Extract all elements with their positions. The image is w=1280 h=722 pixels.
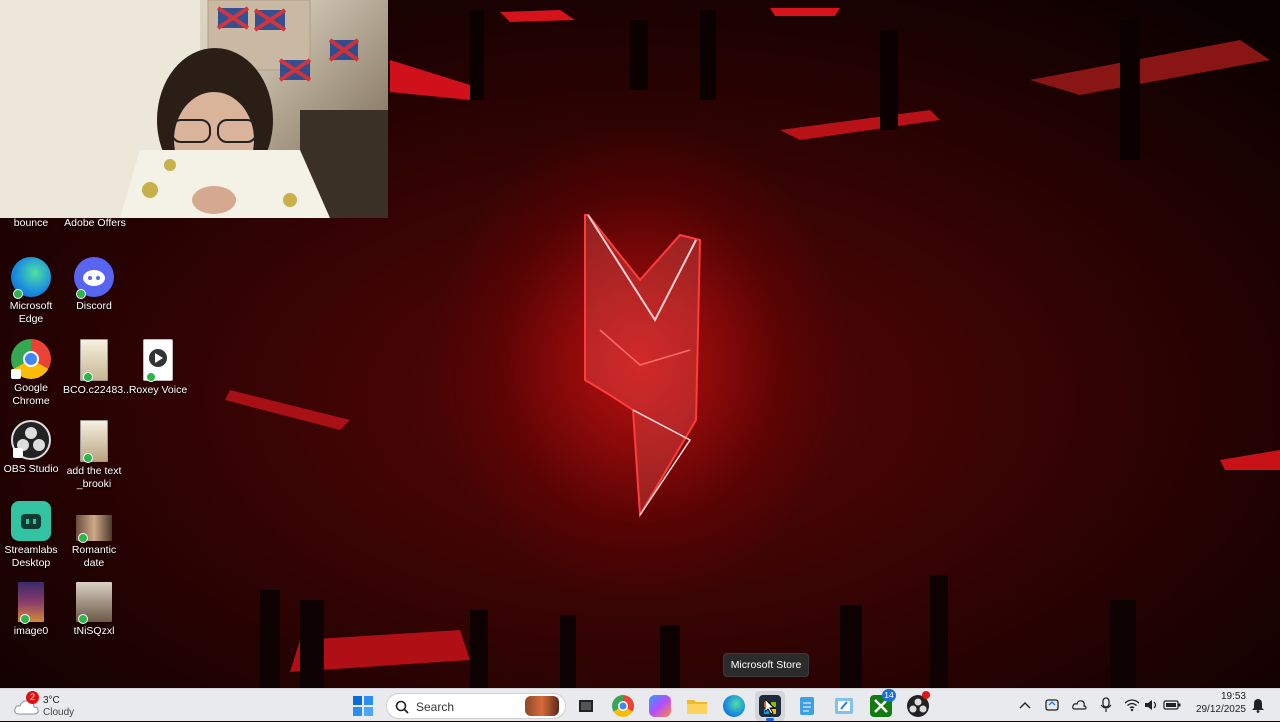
search-icon bbox=[395, 700, 409, 714]
desktop-icon-label: Roxey Voice bbox=[128, 384, 188, 396]
discord-icon bbox=[74, 257, 114, 299]
cloud-sync-icon[interactable] bbox=[1071, 697, 1087, 713]
image-file-icon bbox=[76, 515, 112, 543]
desktop-icon-streamlabs[interactable]: Streamlabs Desktop bbox=[0, 501, 62, 570]
copilot-icon[interactable] bbox=[649, 695, 671, 717]
volume-icon[interactable] bbox=[1143, 698, 1159, 712]
desktop-icon-roxey-voice[interactable]: Roxey Voice bbox=[127, 339, 189, 397]
recording-dot bbox=[922, 691, 930, 699]
desktop-icon-discord[interactable]: Discord bbox=[63, 257, 125, 313]
desktop-icon-label: bounce bbox=[13, 217, 49, 229]
chrome-icon bbox=[11, 339, 51, 379]
streamlabs-icon bbox=[11, 501, 51, 541]
desktop-icon-label: Google Chrome bbox=[12, 382, 50, 407]
desktop-icon-label: BCO.c22483... bbox=[63, 384, 132, 396]
desktop-icon-label: OBS Studio bbox=[3, 463, 59, 475]
mouse-cursor-icon bbox=[765, 699, 776, 715]
sync-icon[interactable] bbox=[1044, 697, 1060, 713]
xbox-icon[interactable]: 14 bbox=[870, 689, 896, 717]
xbox-badge: 14 bbox=[882, 689, 896, 702]
desktop-icon-label: tNiSQzxl bbox=[73, 625, 115, 637]
image-file-icon bbox=[18, 582, 44, 624]
desktop-icon-add-the-text[interactable]: add the text _brooki bbox=[63, 420, 125, 491]
desktop-icon-label: Streamlabs Desktop bbox=[4, 544, 58, 569]
edge-icon[interactable] bbox=[723, 695, 745, 717]
clock-time: 19:53 bbox=[1220, 691, 1246, 702]
weather-badge: 2 bbox=[26, 691, 39, 704]
media-file-icon bbox=[143, 339, 173, 382]
file-explorer-icon[interactable] bbox=[686, 695, 708, 717]
chevron-up-icon[interactable] bbox=[1019, 700, 1031, 710]
search-highlight-image bbox=[525, 696, 559, 716]
image-file-icon bbox=[76, 582, 112, 624]
obs-icon bbox=[11, 420, 51, 460]
desktop-icon-image0[interactable]: image0 bbox=[0, 582, 62, 638]
notepad-icon[interactable] bbox=[796, 695, 818, 717]
search-placeholder: Search bbox=[416, 700, 455, 714]
image-file-icon bbox=[80, 420, 108, 463]
clock[interactable]: 19:53 29/12/2025 bbox=[1190, 691, 1246, 719]
paint-icon[interactable] bbox=[833, 695, 855, 717]
notification-bell-icon[interactable] bbox=[1251, 697, 1265, 713]
desktop-icon-label: Microsoft Edge bbox=[9, 300, 53, 325]
desktop-icon-label: Adobe Offers bbox=[64, 217, 126, 229]
taskbar: 2 3°C Cloudy Search 14 19:53 29/12/2025 bbox=[0, 688, 1280, 721]
start-icon[interactable] bbox=[352, 695, 374, 717]
wifi-icon[interactable] bbox=[1124, 698, 1140, 712]
desktop-icon-bounce[interactable]: bounce bbox=[0, 217, 62, 230]
desktop-icon-adobe-offers[interactable]: Adobe Offers bbox=[63, 217, 127, 230]
desktop-icon-obs-studio[interactable]: OBS Studio bbox=[0, 420, 62, 476]
weather-temp: 3°C bbox=[43, 695, 60, 706]
image-file-icon bbox=[80, 339, 108, 382]
microphone-icon[interactable] bbox=[1099, 697, 1113, 713]
desktop-icon-label: add the text _brooki bbox=[66, 465, 122, 490]
weather-widget[interactable]: 2 3°C Cloudy bbox=[14, 691, 84, 718]
taskbar-search-box[interactable]: Search bbox=[386, 693, 566, 719]
desktop-icon-romantic-date[interactable]: Romantic date bbox=[63, 501, 125, 570]
desktop-icon-google-chrome[interactable]: Google Chrome bbox=[0, 339, 62, 408]
microsoft-store-tooltip: Microsoft Store bbox=[723, 653, 809, 677]
obs-icon[interactable] bbox=[907, 691, 930, 717]
desktop-icon-bco[interactable]: BCO.c22483... bbox=[63, 339, 132, 397]
desktop-icon-label: Romantic date bbox=[71, 544, 117, 569]
edge-icon bbox=[11, 257, 51, 299]
webcam-overlay bbox=[0, 0, 388, 218]
webcam-feed bbox=[0, 0, 388, 218]
desktop-icon-tnisqzxl[interactable]: tNiSQzxl bbox=[63, 582, 125, 638]
clock-date: 29/12/2025 bbox=[1195, 704, 1246, 715]
task-view-icon[interactable] bbox=[575, 695, 597, 717]
desktop-icon-label: Discord bbox=[76, 300, 112, 312]
weather-condition: Cloudy bbox=[43, 707, 75, 718]
desktop-icon-microsoft-edge[interactable]: Microsoft Edge bbox=[0, 257, 62, 326]
battery-icon[interactable] bbox=[1163, 699, 1181, 711]
chrome-icon[interactable] bbox=[612, 695, 634, 717]
logo-emblem bbox=[584, 214, 702, 519]
desktop-icon-label: image0 bbox=[13, 625, 49, 637]
